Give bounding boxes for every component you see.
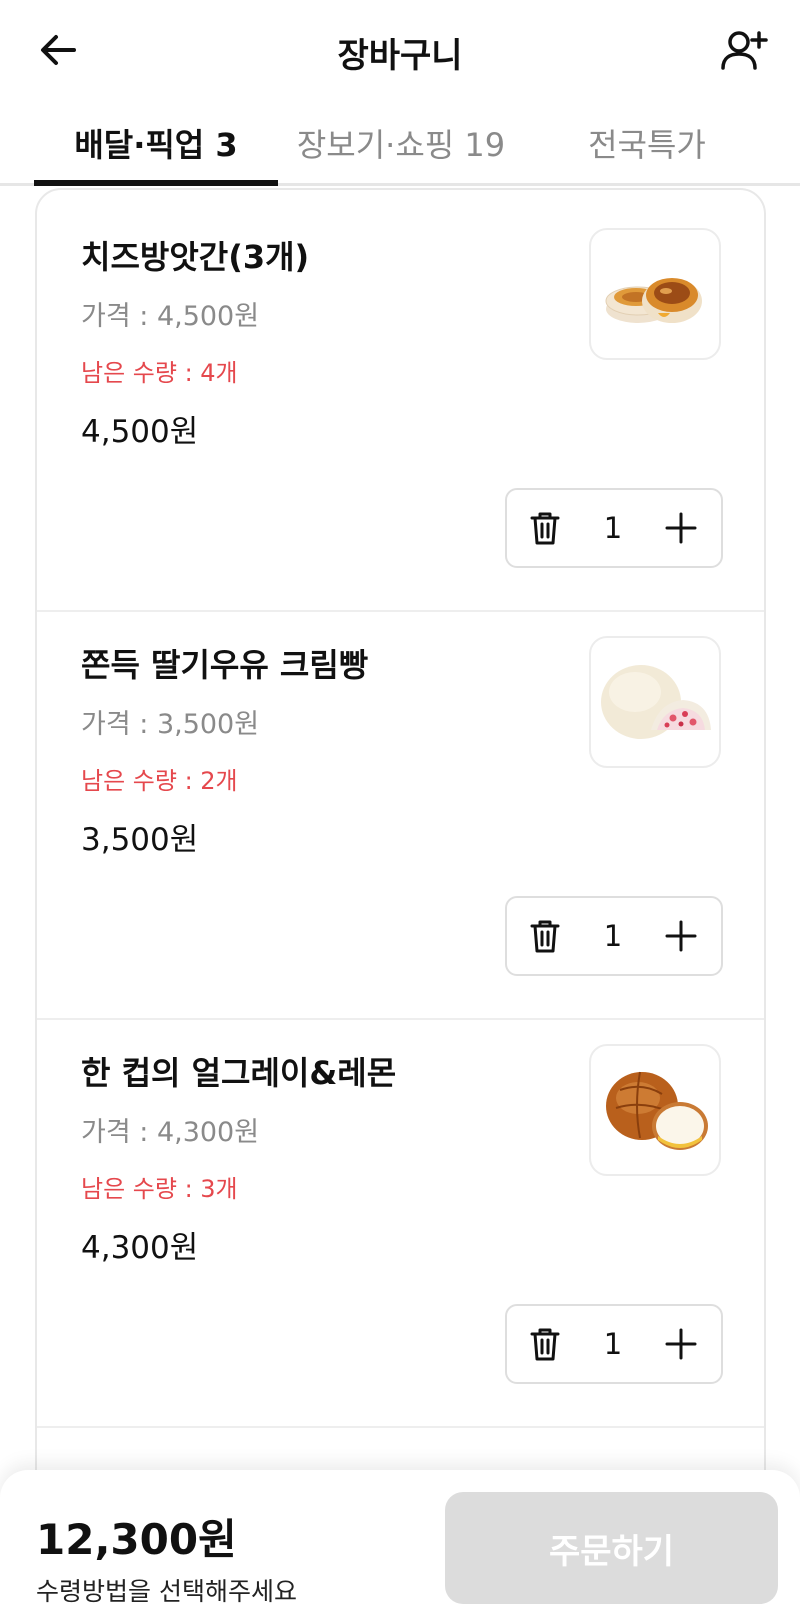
tab-delivery-pickup[interactable]: 배달·픽업 3	[34, 100, 278, 186]
trash-icon	[530, 920, 560, 953]
item-name: 한 컵의 얼그레이&레몬	[81, 1054, 397, 1092]
cart-item-list: 치즈방앗간(3개) 가격 : 4,500원 남은 수량 : 4개 4,500원	[35, 188, 766, 1624]
item-unit-price: 가격 : 3,500원	[81, 709, 260, 740]
item-name: 쫀득 딸기우유 크림빵	[81, 646, 369, 684]
quantity-value: 1	[603, 511, 623, 545]
strawberry-cream-bun-image	[601, 665, 711, 739]
plus-icon	[665, 512, 697, 544]
user-plus-icon	[721, 31, 768, 70]
earl-grey-lemon-bun-image	[606, 1071, 708, 1150]
item-divider	[37, 1426, 764, 1428]
item-image[interactable]	[589, 636, 721, 768]
quantity-stepper: 1	[505, 1304, 723, 1384]
trash-icon	[530, 512, 560, 545]
tab-grocery-shopping[interactable]: 장보기·쇼핑 19	[278, 100, 524, 186]
increase-quantity-button[interactable]	[655, 910, 707, 962]
item-remaining-stock: 남은 수량 : 3개	[81, 1175, 238, 1203]
cart-total-price: 12,300원	[36, 1515, 237, 1564]
delete-item-button[interactable]	[519, 910, 571, 962]
item-remaining-stock: 남은 수량 : 2개	[81, 767, 238, 795]
cheese-rice-cake-image	[605, 278, 702, 323]
increase-quantity-button[interactable]	[655, 502, 707, 554]
item-total-price: 4,500원	[81, 414, 199, 450]
cart-item: 쫀득 딸기우유 크림빵 가격 : 3,500원 남은 수량 : 2개 3,500…	[37, 598, 764, 1020]
active-tab-indicator	[34, 180, 278, 186]
cart-page: 장바구니 배달·픽업 3 장보기·쇼핑 19 전국특가 치즈방앗간(3개) 가격…	[0, 0, 800, 1624]
cart-item: 한 컵의 얼그레이&레몬 가격 : 4,300원 남은 수량 : 3개 4,30…	[37, 1006, 764, 1428]
item-total-price: 3,500원	[81, 822, 199, 858]
increase-quantity-button[interactable]	[655, 1318, 707, 1370]
header: 장바구니	[0, 0, 800, 100]
item-image[interactable]	[589, 228, 721, 360]
quantity-stepper: 1	[505, 896, 723, 976]
invite-user-button[interactable]	[716, 22, 772, 78]
order-button[interactable]: 주문하기	[445, 1492, 778, 1604]
item-unit-price: 가격 : 4,300원	[81, 1117, 260, 1148]
item-unit-price: 가격 : 4,500원	[81, 301, 260, 332]
tab-nationwide-deals[interactable]: 전국특가	[524, 100, 770, 186]
quantity-stepper: 1	[505, 488, 723, 568]
item-remaining-stock: 남은 수량 : 4개	[81, 359, 238, 387]
trash-icon	[530, 1328, 560, 1361]
quantity-value: 1	[603, 1327, 623, 1361]
order-summary-bar: 12,300원 수령방법을 선택해주세요 주문하기	[0, 1470, 800, 1624]
delete-item-button[interactable]	[519, 1318, 571, 1370]
item-total-price: 4,300원	[81, 1230, 199, 1266]
page-title: 장바구니	[337, 36, 463, 76]
item-image[interactable]	[589, 1044, 721, 1176]
cart-tabs: 배달·픽업 3 장보기·쇼핑 19 전국특가	[0, 100, 800, 186]
pickup-method-hint: 수령방법을 선택해주세요	[36, 1577, 297, 1606]
delete-item-button[interactable]	[519, 502, 571, 554]
plus-icon	[665, 920, 697, 952]
quantity-value: 1	[603, 919, 623, 953]
plus-icon	[665, 1328, 697, 1360]
cart-item: 치즈방앗간(3개) 가격 : 4,500원 남은 수량 : 4개 4,500원	[37, 190, 764, 612]
item-name: 치즈방앗간(3개)	[81, 238, 310, 276]
